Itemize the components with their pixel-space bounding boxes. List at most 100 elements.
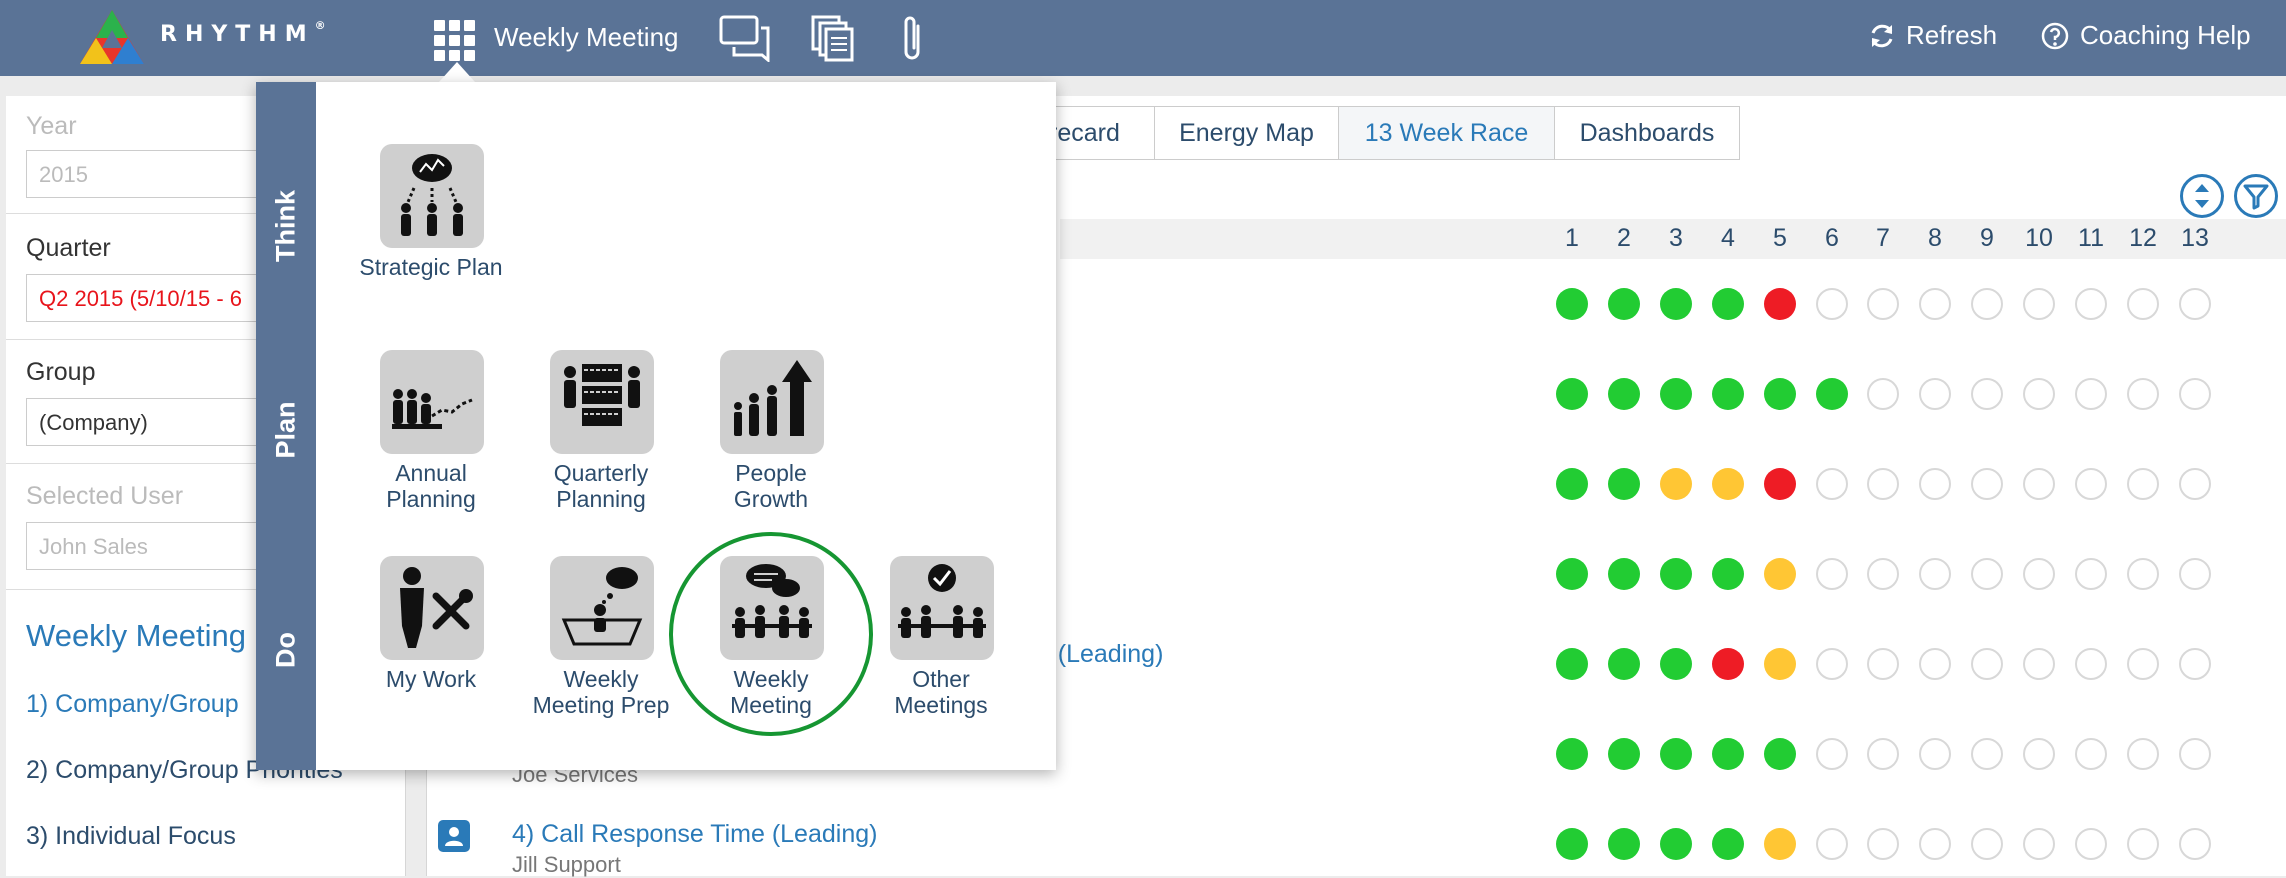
apps-grid-icon[interactable] xyxy=(432,18,478,62)
week-status-dot[interactable] xyxy=(1608,828,1640,860)
tab-13-week-race[interactable]: 13 Week Race xyxy=(1339,107,1555,159)
nav-item-individual-focus[interactable]: 3) Individual Focus xyxy=(26,822,236,851)
week-status-dot[interactable] xyxy=(1867,378,1899,410)
week-status-dot[interactable] xyxy=(1764,468,1796,500)
week-status-dot[interactable] xyxy=(1660,648,1692,680)
week-status-dot[interactable] xyxy=(1919,558,1951,590)
week-status-dot[interactable] xyxy=(2023,288,2055,320)
week-status-dot[interactable] xyxy=(2023,558,2055,590)
week-status-dot[interactable] xyxy=(1660,558,1692,590)
week-status-dot[interactable] xyxy=(1764,288,1796,320)
week-status-dot[interactable] xyxy=(1971,558,2003,590)
week-status-dot[interactable] xyxy=(1816,558,1848,590)
sort-button[interactable] xyxy=(2180,174,2224,218)
week-status-dot[interactable] xyxy=(1971,288,2003,320)
week-status-dot[interactable] xyxy=(1971,468,2003,500)
week-status-dot[interactable] xyxy=(1919,648,1951,680)
week-status-dot[interactable] xyxy=(1712,288,1744,320)
week-status-dot[interactable] xyxy=(1608,288,1640,320)
week-status-dot[interactable] xyxy=(1608,378,1640,410)
week-status-dot[interactable] xyxy=(2075,468,2107,500)
week-status-dot[interactable] xyxy=(2075,738,2107,770)
tab-dashboards[interactable]: Dashboards xyxy=(1555,107,1739,159)
week-status-dot[interactable] xyxy=(2127,648,2159,680)
week-status-dot[interactable] xyxy=(1919,828,1951,860)
week-status-dot[interactable] xyxy=(1712,738,1744,770)
nav-item-company-group[interactable]: 1) Company/Group xyxy=(26,690,239,719)
week-status-dot[interactable] xyxy=(1764,558,1796,590)
week-status-dot[interactable] xyxy=(2127,828,2159,860)
week-status-dot[interactable] xyxy=(1712,468,1744,500)
week-status-dot[interactable] xyxy=(1764,828,1796,860)
week-status-dot[interactable] xyxy=(1556,828,1588,860)
week-status-dot[interactable] xyxy=(1608,468,1640,500)
week-status-dot[interactable] xyxy=(1712,648,1744,680)
week-status-dot[interactable] xyxy=(1660,738,1692,770)
rhythm-logo[interactable] xyxy=(78,8,146,66)
week-status-dot[interactable] xyxy=(1556,378,1588,410)
week-status-dot[interactable] xyxy=(1712,828,1744,860)
week-status-dot[interactable] xyxy=(2127,288,2159,320)
week-status-dot[interactable] xyxy=(1971,828,2003,860)
current-module-title[interactable]: Weekly Meeting xyxy=(494,22,679,53)
week-status-dot[interactable] xyxy=(2179,468,2211,500)
week-status-dot[interactable] xyxy=(1919,468,1951,500)
week-status-dot[interactable] xyxy=(1556,558,1588,590)
week-status-dot[interactable] xyxy=(1919,288,1951,320)
week-status-dot[interactable] xyxy=(2075,558,2107,590)
tab-energy-map[interactable]: Energy Map xyxy=(1155,107,1339,159)
filter-button[interactable] xyxy=(2234,174,2278,218)
week-status-dot[interactable] xyxy=(2127,468,2159,500)
kpi-title[interactable]: 4) Call Response Time (Leading) xyxy=(512,820,877,849)
documents-icon[interactable] xyxy=(810,14,854,62)
week-status-dot[interactable] xyxy=(1712,378,1744,410)
week-status-dot[interactable] xyxy=(1971,738,2003,770)
week-status-dot[interactable] xyxy=(1867,288,1899,320)
week-status-dot[interactable] xyxy=(2127,378,2159,410)
week-status-dot[interactable] xyxy=(2179,378,2211,410)
week-status-dot[interactable] xyxy=(2179,828,2211,860)
week-status-dot[interactable] xyxy=(2023,468,2055,500)
week-status-dot[interactable] xyxy=(2179,738,2211,770)
week-status-dot[interactable] xyxy=(1556,468,1588,500)
week-status-dot[interactable] xyxy=(2075,648,2107,680)
week-status-dot[interactable] xyxy=(1816,378,1848,410)
week-status-dot[interactable] xyxy=(1971,378,2003,410)
week-status-dot[interactable] xyxy=(1816,468,1848,500)
week-status-dot[interactable] xyxy=(2179,288,2211,320)
week-status-dot[interactable] xyxy=(1556,288,1588,320)
week-status-dot[interactable] xyxy=(1660,828,1692,860)
week-status-dot[interactable] xyxy=(1660,468,1692,500)
week-status-dot[interactable] xyxy=(2075,378,2107,410)
week-status-dot[interactable] xyxy=(1764,378,1796,410)
week-status-dot[interactable] xyxy=(1919,738,1951,770)
week-status-dot[interactable] xyxy=(1764,648,1796,680)
paperclip-icon[interactable] xyxy=(898,14,928,64)
week-status-dot[interactable] xyxy=(1712,558,1744,590)
week-status-dot[interactable] xyxy=(1816,648,1848,680)
week-status-dot[interactable] xyxy=(2023,738,2055,770)
week-status-dot[interactable] xyxy=(1867,738,1899,770)
week-status-dot[interactable] xyxy=(1867,468,1899,500)
user-icon[interactable] xyxy=(438,820,470,852)
week-status-dot[interactable] xyxy=(1608,648,1640,680)
week-status-dot[interactable] xyxy=(1867,558,1899,590)
week-status-dot[interactable] xyxy=(2023,828,2055,860)
coaching-help-button[interactable]: Coaching Help xyxy=(2040,20,2251,51)
week-status-dot[interactable] xyxy=(1556,648,1588,680)
week-status-dot[interactable] xyxy=(2179,558,2211,590)
week-status-dot[interactable] xyxy=(2127,738,2159,770)
chat-icon[interactable] xyxy=(718,14,772,62)
week-status-dot[interactable] xyxy=(1556,738,1588,770)
week-status-dot[interactable] xyxy=(1816,738,1848,770)
week-status-dot[interactable] xyxy=(1660,378,1692,410)
week-status-dot[interactable] xyxy=(1816,828,1848,860)
week-status-dot[interactable] xyxy=(1608,558,1640,590)
week-status-dot[interactable] xyxy=(1816,288,1848,320)
week-status-dot[interactable] xyxy=(2179,648,2211,680)
week-status-dot[interactable] xyxy=(1608,738,1640,770)
week-status-dot[interactable] xyxy=(1867,648,1899,680)
week-status-dot[interactable] xyxy=(2023,378,2055,410)
week-status-dot[interactable] xyxy=(2023,648,2055,680)
week-status-dot[interactable] xyxy=(1867,828,1899,860)
